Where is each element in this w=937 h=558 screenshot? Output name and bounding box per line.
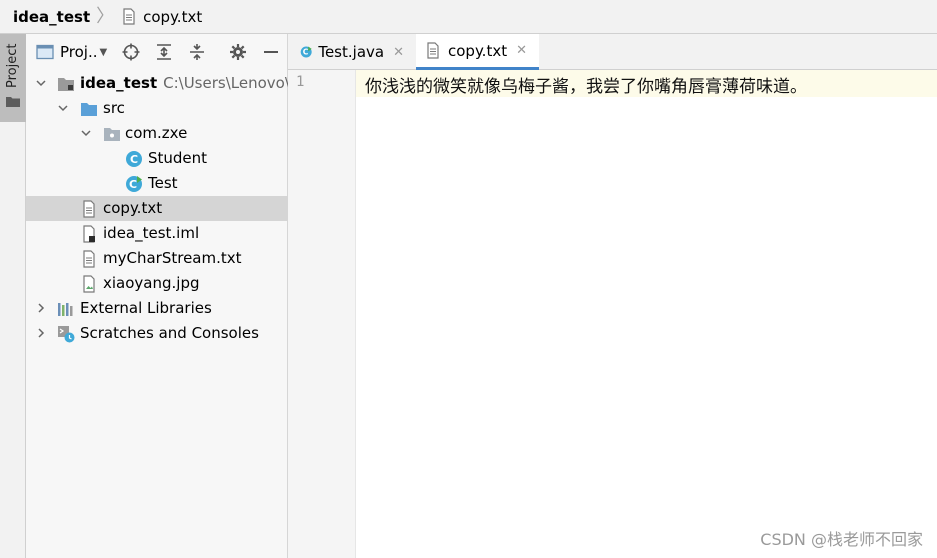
tree-item-iml[interactable]: idea_test.iml bbox=[26, 221, 288, 246]
scratches-icon bbox=[58, 326, 75, 343]
root-project-name: idea_test bbox=[80, 74, 158, 92]
runnable-class-icon: C bbox=[300, 46, 312, 58]
tree-item-xiaoyang[interactable]: xiaoyang.jpg bbox=[26, 271, 288, 296]
tree-item-label: idea_test.iml bbox=[103, 224, 200, 242]
chevron-down-icon[interactable] bbox=[35, 77, 47, 89]
svg-text:C: C bbox=[303, 48, 309, 57]
tree-item-label: External Libraries bbox=[80, 299, 212, 317]
project-panel-toolbar: Proj.. ▼ bbox=[26, 34, 287, 70]
tree-item-label: idea_test C:\Users\Lenovo\D bbox=[80, 74, 301, 92]
runnable-class-icon: C bbox=[126, 176, 142, 192]
project-view-selector[interactable]: Proj.. ▼ bbox=[36, 43, 107, 61]
chevron-down-icon[interactable] bbox=[57, 102, 69, 114]
collapse-all-icon[interactable] bbox=[188, 43, 206, 61]
line-number: 1 bbox=[296, 74, 305, 90]
root-project-path: C:\Users\Lenovo\D bbox=[163, 74, 302, 92]
tree-item-scratches[interactable]: Scratches and Consoles bbox=[26, 321, 288, 346]
crosshair-icon[interactable] bbox=[122, 43, 140, 61]
editor-tab-bar: C Test.java ✕ copy.txt ✕ bbox=[288, 34, 937, 70]
chevron-down-icon: ▼ bbox=[99, 46, 108, 58]
project-view-label: Proj.. bbox=[60, 43, 98, 61]
svg-text:C: C bbox=[129, 178, 137, 191]
tab-test-java[interactable]: C Test.java ✕ bbox=[290, 34, 414, 70]
tree-item-label: Test bbox=[148, 174, 178, 192]
text-file-icon bbox=[83, 250, 95, 268]
project-strip-label: Project bbox=[5, 43, 20, 89]
tree-item-package[interactable]: com.zxe bbox=[26, 121, 288, 146]
project-panel: Proj.. ▼ idea_test C:\Users\Lenovo\D src… bbox=[26, 34, 301, 558]
tool-window-strip: Project bbox=[0, 34, 26, 558]
tree-item-label: myCharStream.txt bbox=[103, 249, 242, 267]
minimize-icon[interactable] bbox=[262, 43, 280, 61]
tree-item-label: com.zxe bbox=[125, 124, 188, 142]
chevron-down-icon[interactable] bbox=[80, 127, 92, 139]
library-icon bbox=[58, 303, 73, 316]
tree-item-idea-test[interactable]: idea_test C:\Users\Lenovo\D bbox=[26, 71, 301, 96]
svg-text:C: C bbox=[130, 153, 138, 166]
tab-label: copy.txt bbox=[448, 41, 508, 60]
folder-icon bbox=[6, 97, 20, 107]
module-folder-icon bbox=[58, 78, 74, 91]
editor-area[interactable]: 你浅浅的微笑就像乌梅子酱，我尝了你嘴角唇膏薄荷味道。 bbox=[356, 70, 937, 558]
tree-item-label: Scratches and Consoles bbox=[80, 324, 259, 342]
tree-item-external-libraries[interactable]: External Libraries bbox=[26, 296, 288, 321]
tree-item-label: Student bbox=[148, 149, 208, 167]
breadcrumb: idea_test 〉 copy.txt bbox=[0, 0, 937, 34]
close-icon[interactable]: ✕ bbox=[516, 43, 527, 58]
package-icon bbox=[104, 128, 120, 141]
editor-line-text[interactable]: 你浅浅的微笑就像乌梅子酱，我尝了你嘴角唇膏薄荷味道。 bbox=[365, 72, 807, 97]
tree-item-mycharstream[interactable]: myCharStream.txt bbox=[26, 246, 288, 271]
breadcrumb-project[interactable]: idea_test bbox=[13, 8, 90, 26]
editor-gutter[interactable]: 1 bbox=[288, 70, 356, 558]
watermark: CSDN @栈老师不回家 bbox=[760, 530, 923, 549]
tree-item-label: xiaoyang.jpg bbox=[103, 274, 200, 292]
tree-item-src[interactable]: src bbox=[26, 96, 288, 121]
module-file-icon bbox=[83, 225, 95, 243]
breadcrumb-file-label: copy.txt bbox=[143, 7, 203, 26]
tree-item-test[interactable]: C Test bbox=[26, 171, 288, 196]
project-view-icon bbox=[36, 44, 54, 60]
tab-label: Test.java bbox=[318, 43, 385, 61]
breadcrumb-separator: 〉 bbox=[96, 5, 115, 27]
text-file-icon bbox=[83, 200, 95, 218]
tree-item-student[interactable]: C Student bbox=[26, 146, 288, 171]
source-folder-icon bbox=[81, 103, 97, 116]
gear-icon[interactable] bbox=[229, 43, 247, 61]
tree-item-copy-txt[interactable]: copy.txt bbox=[26, 196, 288, 221]
image-file-icon bbox=[83, 275, 95, 293]
tree-item-label: copy.txt bbox=[103, 199, 163, 217]
project-tool-window-button[interactable]: Project bbox=[0, 34, 26, 122]
tab-copy-txt[interactable]: copy.txt ✕ bbox=[416, 34, 539, 70]
chevron-right-icon[interactable] bbox=[35, 302, 47, 314]
text-file-icon bbox=[123, 8, 135, 25]
tree-item-label: src bbox=[103, 99, 125, 117]
text-file-icon bbox=[427, 42, 439, 59]
java-class-icon: C bbox=[126, 151, 142, 167]
breadcrumb-file[interactable]: copy.txt bbox=[122, 8, 202, 26]
expand-all-icon[interactable] bbox=[155, 43, 173, 61]
close-icon[interactable]: ✕ bbox=[393, 45, 404, 60]
chevron-right-icon[interactable] bbox=[35, 327, 47, 339]
